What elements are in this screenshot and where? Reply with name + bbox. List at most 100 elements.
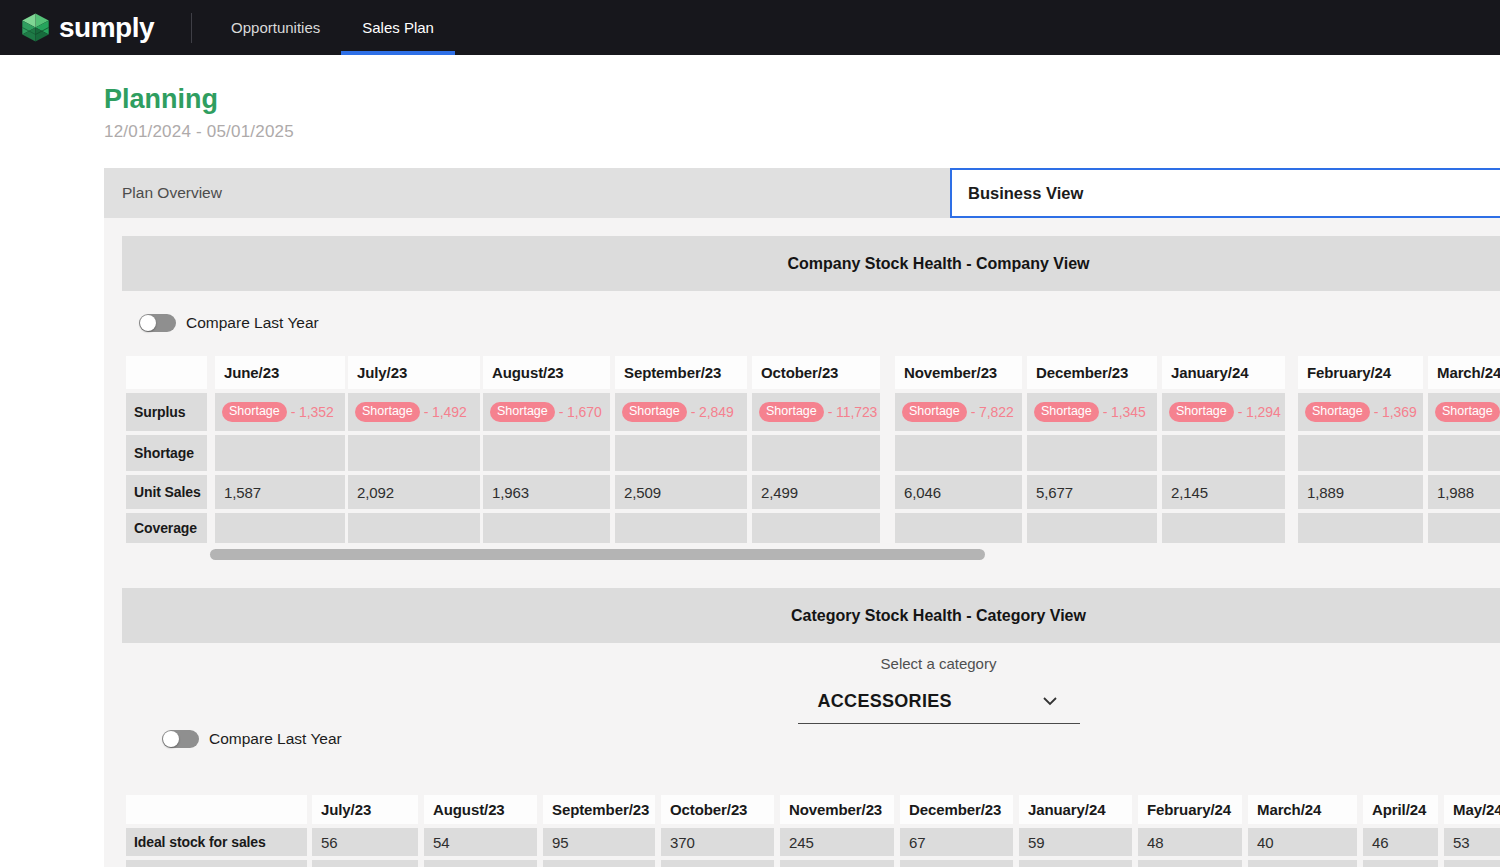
category-stock-table: July/23 August/23 September/23 October/2… xyxy=(126,795,1500,867)
unit-sales-cell: 6,046 xyxy=(895,475,1022,509)
column-header: April/24 xyxy=(1363,795,1438,824)
column-header: November/23 xyxy=(780,795,894,824)
column-header: July/23 xyxy=(348,356,480,389)
corner-cell xyxy=(126,795,307,824)
table-row xyxy=(126,860,1500,867)
surplus-cell: Shortage- 11,723 xyxy=(752,393,880,431)
coverage-cell xyxy=(1298,513,1423,543)
view-tabs: Plan Overview Business View xyxy=(104,168,1500,218)
coverage-cell xyxy=(483,513,610,543)
shortage-cell xyxy=(895,435,1022,471)
column-header: December/23 xyxy=(1027,356,1157,389)
page-title: Planning xyxy=(104,84,1500,115)
coverage-cell xyxy=(348,513,480,543)
surplus-cell: Shortage- 1,670 xyxy=(483,393,610,431)
shortage-cell xyxy=(752,435,880,471)
shortage-cell xyxy=(615,435,747,471)
top-navbar: sumply Opportunities Sales Plan xyxy=(0,0,1500,55)
sumply-logo-icon xyxy=(20,12,51,43)
ideal-stock-cell: 67 xyxy=(900,828,1013,856)
unit-sales-cell: 1,988 xyxy=(1428,475,1500,509)
column-header: March/24 xyxy=(1248,795,1357,824)
surplus-cell: Shortage- 7,822 xyxy=(895,393,1022,431)
shortage-cell xyxy=(1162,435,1285,471)
shortage-badge: Shortage xyxy=(355,402,420,423)
tab-plan-overview[interactable]: Plan Overview xyxy=(104,168,950,218)
page-header: Planning 12/01/2024 - 05/01/2025 xyxy=(0,55,1500,142)
shortage-badge: Shortage xyxy=(902,402,967,423)
coverage-cell xyxy=(1027,513,1157,543)
ideal-stock-cell: 95 xyxy=(543,828,655,856)
column-header: October/23 xyxy=(752,356,880,389)
nav-divider xyxy=(191,13,192,43)
surplus-cell: Shortage- 1,369 xyxy=(1298,393,1423,431)
coverage-row: Coverage xyxy=(126,513,1500,543)
page-date-range: 12/01/2024 - 05/01/2025 xyxy=(104,122,1500,142)
column-header: December/23 xyxy=(900,795,1013,824)
surplus-cell: Shortage- 1,294 xyxy=(1162,393,1285,431)
horizontal-scrollbar[interactable] xyxy=(210,549,985,560)
table-header-row: July/23 August/23 September/23 October/2… xyxy=(126,795,1500,824)
shortage-badge: Shortage xyxy=(1305,402,1370,423)
tab-business-view[interactable]: Business View xyxy=(950,168,1500,218)
shortage-badge: Shortage xyxy=(1435,402,1500,423)
coverage-cell xyxy=(615,513,747,543)
compare-last-year-label: Compare Last Year xyxy=(186,314,319,332)
company-stock-table: June/23 July/23 August/23 September/23 O… xyxy=(126,356,1500,543)
column-header: February/24 xyxy=(1138,795,1242,824)
surplus-cell: Shortage- 1,352 xyxy=(215,393,345,431)
category-select[interactable]: ACCESSORIES xyxy=(798,689,1080,724)
column-header: July/23 xyxy=(312,795,418,824)
column-header: November/23 xyxy=(895,356,1022,389)
shortage-cell xyxy=(215,435,345,471)
column-header: September/23 xyxy=(543,795,655,824)
unit-sales-cell: 2,509 xyxy=(615,475,747,509)
ideal-stock-row: Ideal stock for sales 56 54 95 370 245 6… xyxy=(126,828,1500,856)
unit-sales-cell: 5,677 xyxy=(1027,475,1157,509)
row-label xyxy=(126,860,307,867)
ideal-stock-cell: 370 xyxy=(661,828,774,856)
column-header: May/24 xyxy=(1444,795,1500,824)
nav-item-sales-plan[interactable]: Sales Plan xyxy=(341,0,455,55)
corner-cell xyxy=(126,356,207,389)
surplus-cell: Shortage- 2,849 xyxy=(615,393,747,431)
category-select-value: ACCESSORIES xyxy=(818,691,952,712)
brand[interactable]: sumply xyxy=(0,0,154,55)
shortage-badge: Shortage xyxy=(1034,402,1099,423)
ideal-stock-cell: 56 xyxy=(312,828,418,856)
ideal-stock-cell: 245 xyxy=(780,828,894,856)
shortage-badge: Shortage xyxy=(1169,402,1234,423)
shortage-cell xyxy=(1428,435,1500,471)
ideal-stock-cell: 53 xyxy=(1444,828,1500,856)
column-header: October/23 xyxy=(661,795,774,824)
column-header: January/24 xyxy=(1019,795,1132,824)
compare-last-year-toggle[interactable] xyxy=(139,314,176,332)
column-header: June/23 xyxy=(215,356,345,389)
chevron-down-icon xyxy=(1042,696,1058,707)
column-header: August/23 xyxy=(483,356,610,389)
compare-last-year-toggle[interactable] xyxy=(162,730,199,748)
unit-sales-cell: 2,145 xyxy=(1162,475,1285,509)
ideal-stock-cell: 46 xyxy=(1363,828,1438,856)
shortage-cell xyxy=(1298,435,1423,471)
ideal-stock-cell: 54 xyxy=(424,828,537,856)
shortage-row: Shortage xyxy=(126,435,1500,471)
shortage-badge: Shortage xyxy=(490,402,555,423)
nav-items: Opportunities Sales Plan xyxy=(210,0,455,55)
select-category-label: Select a category xyxy=(122,655,1500,672)
shortage-cell xyxy=(348,435,480,471)
row-label: Unit Sales xyxy=(126,475,207,509)
column-header: September/23 xyxy=(615,356,747,389)
shortage-cell xyxy=(483,435,610,471)
unit-sales-cell: 1,889 xyxy=(1298,475,1423,509)
surplus-row: Surplus Shortage- 1,352 Shortage- 1,492 … xyxy=(126,393,1500,431)
nav-item-opportunities[interactable]: Opportunities xyxy=(210,0,341,55)
unit-sales-row: Unit Sales 1,587 2,092 1,963 2,509 2,499… xyxy=(126,475,1500,509)
surplus-cell: Shortage- 1,492 xyxy=(348,393,480,431)
shortage-badge: Shortage xyxy=(222,402,287,423)
ideal-stock-cell: 59 xyxy=(1019,828,1132,856)
brand-name: sumply xyxy=(59,12,154,44)
unit-sales-cell: 1,963 xyxy=(483,475,610,509)
company-section-header: Company Stock Health - Company View xyxy=(122,236,1500,291)
coverage-cell xyxy=(895,513,1022,543)
